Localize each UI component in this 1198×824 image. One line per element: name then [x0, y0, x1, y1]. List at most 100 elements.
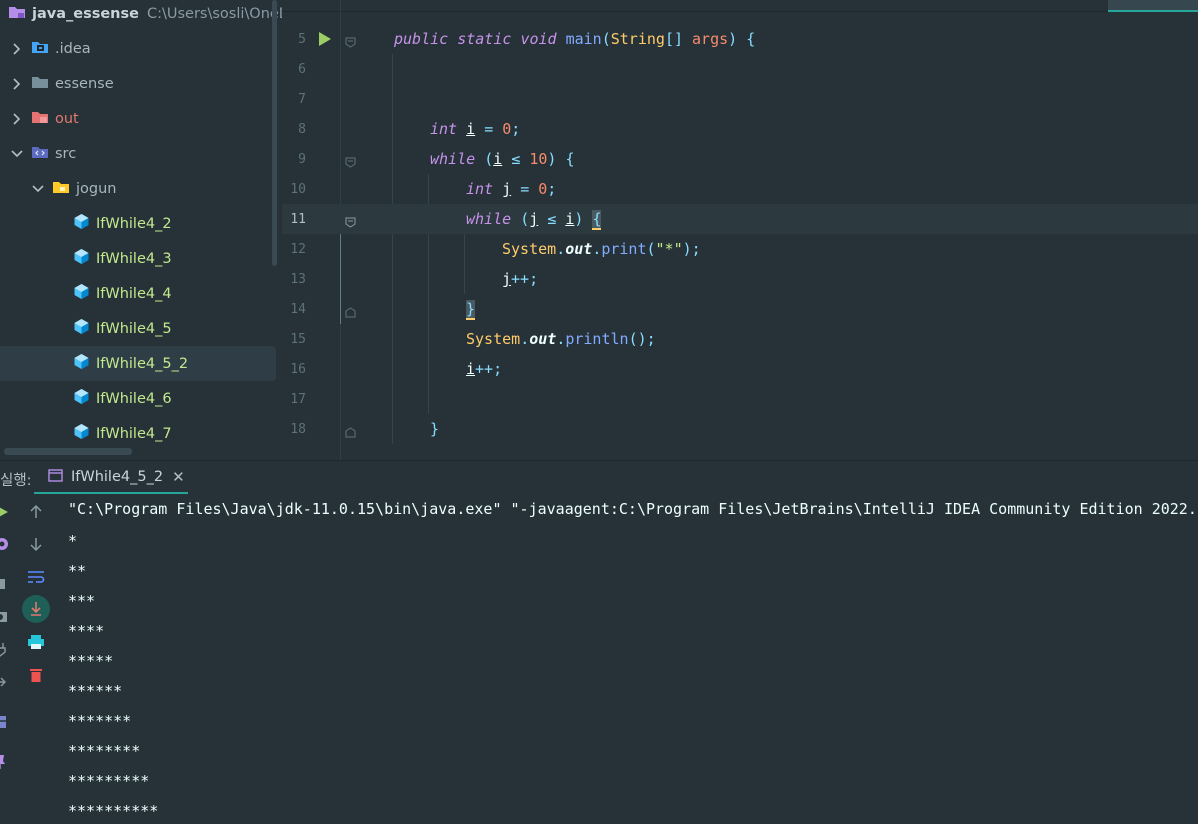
tree-item-out[interactable]: out [0, 101, 276, 136]
console-line: **** [68, 622, 105, 640]
code-line-18[interactable]: 18 } [282, 414, 1198, 444]
code-line-7[interactable]: 7 [282, 84, 1198, 114]
gear-icon[interactable] [0, 534, 12, 554]
arrow-up-icon[interactable] [26, 502, 46, 522]
code-line-8[interactable]: 8 int i = 0; [282, 114, 1198, 144]
tree-item-label: IfWhile4_5 [96, 320, 172, 337]
code-line-17[interactable]: 17 [282, 384, 1198, 414]
editor-top-divider [282, 11, 1198, 12]
code-line-12[interactable]: 12 System.out.print("*"); [282, 234, 1198, 264]
code-line-11-current[interactable]: 11 while (j ≤ i) { [282, 204, 1198, 234]
sidebar-horizontal-scrollbar[interactable] [4, 448, 132, 455]
tree-item-label: IfWhile4_3 [96, 250, 172, 267]
chevron-right-icon[interactable] [11, 42, 23, 55]
code-line-14[interactable]: 14 } [282, 294, 1198, 324]
print-icon[interactable] [26, 632, 46, 652]
code-editor[interactable]: 5 public static void main(String[] args)… [282, 0, 1198, 460]
chevron-down-icon[interactable] [32, 183, 44, 195]
tree-item-src[interactable]: src [0, 136, 276, 171]
line-number: 9 [298, 151, 306, 167]
console-output[interactable]: "C:\Program Files\Java\jdk-11.0.15\bin\j… [68, 494, 1198, 824]
line-number: 18 [290, 421, 306, 437]
code-line-9[interactable]: 9 while (i ≤ 10) { [282, 144, 1198, 174]
folder-icon [31, 74, 49, 94]
code-text: while (j ≤ i) { [466, 210, 602, 230]
run-tool-window-header: 실행: IfWhile4_5_2 ✕ [0, 460, 1198, 495]
tree-item-java-class[interactable]: IfWhile4_6 [0, 381, 276, 416]
fold-marker-icon[interactable] [345, 34, 356, 48]
project-root-label: java_essense [32, 5, 139, 22]
fold-end-marker-icon[interactable] [345, 304, 356, 318]
stop-icon[interactable] [0, 574, 10, 594]
line-number: 5 [298, 31, 306, 47]
run-play-icon[interactable] [316, 31, 332, 47]
arrow-down-icon[interactable] [26, 534, 46, 554]
scroll-to-end-icon[interactable] [22, 595, 50, 623]
console-line: ** [68, 562, 87, 580]
chevron-down-icon[interactable] [11, 148, 23, 160]
code-line-5[interactable]: 5 public static void main(String[] args)… [282, 24, 1198, 54]
output-folder-icon [31, 109, 49, 129]
console-line: * [68, 532, 78, 550]
tree-item-label: essense [55, 75, 114, 92]
line-number: 12 [290, 241, 306, 257]
rerun-icon[interactable] [0, 502, 12, 522]
code-text: j++; [502, 270, 539, 288]
line-number: 10 [290, 181, 306, 197]
trash-icon[interactable] [26, 665, 46, 685]
code-line-13[interactable]: 13 j++; [282, 264, 1198, 294]
code-line-6[interactable]: 6 [282, 54, 1198, 84]
console-line: ******* [68, 712, 132, 730]
console-line: ******** [68, 742, 141, 760]
java-class-icon [73, 283, 90, 304]
code-line-16[interactable]: 16 i++; [282, 354, 1198, 384]
code-line-15[interactable]: 15 System.out.println(); [282, 324, 1198, 354]
line-number: 15 [290, 331, 306, 347]
chevron-right-icon[interactable] [11, 112, 23, 125]
fold-marker-icon[interactable] [345, 214, 356, 228]
camera-icon[interactable] [0, 606, 10, 626]
tree-item-jogun[interactable]: jogun [0, 171, 276, 206]
tree-item-java-class-selected[interactable]: IfWhile4_5_2 [0, 346, 276, 381]
tree-item-label: IfWhile4_2 [96, 215, 172, 232]
tree-item-label: IfWhile4_7 [96, 425, 172, 442]
tree-item-java-class[interactable]: IfWhile4_7 [0, 416, 276, 451]
tree-item-java-class[interactable]: IfWhile4_2 [0, 206, 276, 241]
fold-end-marker-icon[interactable] [345, 424, 356, 438]
console-line-command: "C:\Program Files\Java\jdk-11.0.15\bin\j… [68, 500, 1198, 518]
java-class-icon [73, 213, 90, 234]
java-class-icon [73, 248, 90, 269]
editor-tab-strip-scroll[interactable] [1108, 0, 1198, 12]
plug-icon[interactable] [0, 640, 10, 660]
tree-item-label: IfWhile4_4 [96, 285, 172, 302]
tree-item-java-class[interactable]: IfWhile4_3 [0, 241, 276, 276]
run-tab[interactable]: IfWhile4_5_2 ✕ [34, 461, 188, 495]
fold-marker-icon[interactable] [345, 154, 356, 168]
code-text: } [466, 300, 476, 320]
code-line-10[interactable]: 10 int j = 0; [282, 174, 1198, 204]
close-icon[interactable]: ✕ [172, 468, 185, 486]
tree-item-java-class[interactable]: IfWhile4_4 [0, 276, 276, 311]
code-text: int i = 0; [430, 120, 521, 138]
chevron-right-icon[interactable] [11, 77, 23, 90]
package-icon [52, 179, 70, 199]
idea-folder-icon [31, 39, 49, 59]
run-tab-label: IfWhile4_5_2 [71, 468, 164, 485]
code-text: int j = 0; [466, 180, 557, 198]
tree-item-idea[interactable]: .idea [0, 31, 276, 66]
source-folder-icon [31, 144, 49, 164]
java-class-icon [73, 318, 90, 339]
console-line: ***** [68, 652, 114, 670]
tree-root-java-essense[interactable]: java_essense C:\Users\sosli\OneDr [0, 0, 282, 31]
line-number: 14 [290, 301, 306, 317]
sidebar-vertical-scrollbar[interactable] [272, 0, 277, 266]
code-text: System.out.println(); [466, 330, 656, 348]
pin-icon[interactable] [0, 752, 10, 772]
tree-item-essense[interactable]: essense [0, 66, 276, 101]
layout-icon[interactable] [0, 712, 10, 732]
console-line: ********* [68, 772, 150, 790]
soft-wrap-icon[interactable] [26, 567, 46, 587]
exit-icon[interactable] [0, 672, 10, 692]
line-number: 7 [298, 91, 306, 107]
tree-item-java-class[interactable]: IfWhile4_5 [0, 311, 276, 346]
